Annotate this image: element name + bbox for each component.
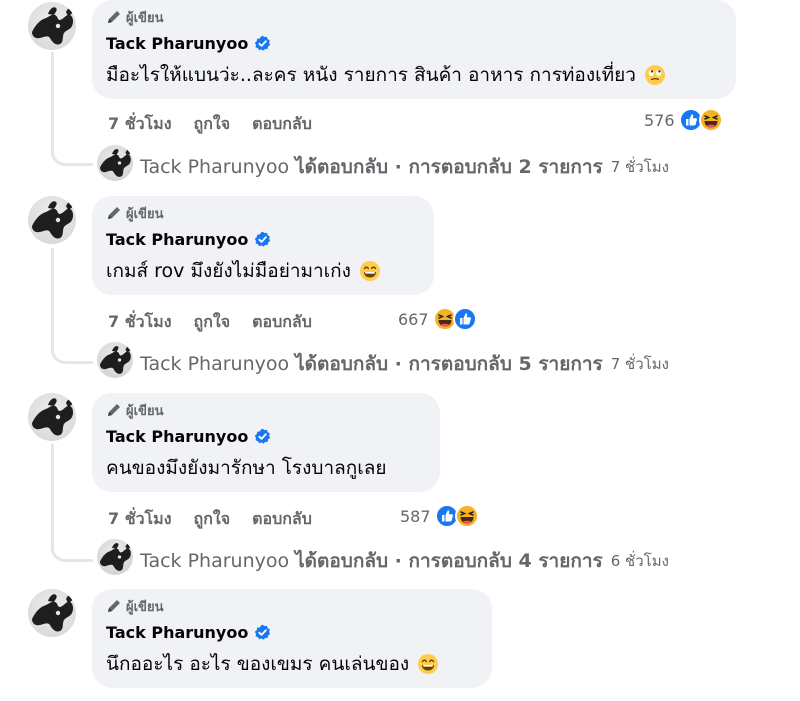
avatar-image bbox=[28, 589, 76, 637]
reply-time: 7 ชั่วโมง bbox=[610, 158, 669, 176]
grinning-emoji-icon bbox=[359, 260, 381, 282]
verified-badge-icon bbox=[254, 231, 271, 248]
reply-summary: ได้ตอบกลับ · การตอบกลับ 2 รายการ bbox=[295, 156, 603, 178]
comment-text: คนของมึงยังมารักษา โรงบาลกูเลย bbox=[106, 453, 424, 483]
avatar-image bbox=[28, 196, 76, 244]
reaction-count: 576 bbox=[644, 110, 675, 130]
thread-line bbox=[51, 248, 54, 354]
author-badge: ผู้เขียน bbox=[106, 202, 418, 224]
reply-time: 6 ชั่วโมง bbox=[610, 552, 669, 570]
verified-badge-icon bbox=[254, 428, 271, 445]
author-badge: ผู้เขียน bbox=[106, 6, 720, 28]
thread-line bbox=[51, 52, 54, 156]
comment-text-content: คนของมึงยังมารักษา โรงบาลกูเลย bbox=[106, 457, 387, 479]
avatar[interactable] bbox=[28, 2, 76, 50]
haha-reaction-icon bbox=[455, 504, 479, 528]
comment-time-link[interactable]: 7 ชั่วโมง bbox=[108, 112, 172, 137]
like-button[interactable]: ถูกใจ bbox=[194, 310, 231, 335]
like-button[interactable]: ถูกใจ bbox=[194, 112, 231, 137]
comment-author-name[interactable]: Tack Pharunyoo bbox=[106, 34, 248, 53]
reply-avatar[interactable] bbox=[97, 539, 133, 575]
avatar[interactable] bbox=[28, 393, 76, 441]
verified-badge-icon bbox=[254, 35, 271, 52]
reaction-count: 667 bbox=[398, 309, 429, 329]
avatar[interactable] bbox=[28, 196, 76, 244]
author-badge-label: ผู้เขียน bbox=[126, 10, 164, 26]
reply-button[interactable]: ตอบกลับ bbox=[252, 112, 312, 137]
thread-connector bbox=[51, 150, 93, 166]
grinning-emoji-icon bbox=[417, 653, 439, 675]
view-replies-link[interactable]: Tack Pharunyoo ได้ตอบกลับ · การตอบกลับ 5… bbox=[140, 349, 669, 379]
verified-badge-icon bbox=[254, 624, 271, 641]
pen-icon bbox=[106, 9, 122, 25]
reply-avatar[interactable] bbox=[97, 145, 133, 181]
like-button[interactable]: ถูกใจ bbox=[194, 507, 231, 532]
comment-author-name[interactable]: Tack Pharunyoo bbox=[106, 427, 248, 446]
comment-bubble: ผู้เขียน Tack Pharunyoo เกมส์ rov มึงยัง… bbox=[92, 196, 434, 295]
thread-connector bbox=[51, 546, 93, 562]
reaction-summary[interactable]: 667 bbox=[398, 307, 477, 331]
reply-avatar-image bbox=[97, 145, 133, 181]
comment-actions: 7 ชั่วโมง ถูกใจ ตอบกลับ bbox=[108, 112, 312, 137]
comment-time-link[interactable]: 7 ชั่วโมง bbox=[108, 507, 172, 532]
haha-reaction-icon bbox=[699, 108, 723, 132]
comment-actions: 7 ชั่วโมง ถูกใจ ตอบกลับ bbox=[108, 310, 312, 335]
comment-actions: 7 ชั่วโมง ถูกใจ ตอบกลับ bbox=[108, 507, 312, 532]
pen-icon bbox=[106, 402, 122, 418]
comment-text-content: นึกออะไร อะไร ของเขมร คนเล่นของ bbox=[106, 653, 410, 675]
reply-avatar-image bbox=[97, 342, 133, 378]
rolling-eyes-emoji-icon bbox=[644, 64, 666, 86]
thread-line bbox=[51, 444, 54, 552]
comment-bubble: ผู้เขียน Tack Pharunyoo คนของมึงยังมารัก… bbox=[92, 393, 440, 492]
reaction-count: 587 bbox=[400, 506, 431, 526]
reply-time: 7 ชั่วโมง bbox=[610, 355, 669, 373]
comment-text: นึกออะไร อะไร ของเขมร คนเล่นของ bbox=[106, 649, 476, 679]
author-badge: ผู้เขียน bbox=[106, 399, 424, 421]
author-badge-label: ผู้เขียน bbox=[126, 599, 164, 615]
comment-author-name[interactable]: Tack Pharunyoo bbox=[106, 230, 248, 249]
comment-text: เกมส์ rov มึงยังไม่มือย่ามาเก่ง bbox=[106, 256, 418, 286]
reply-author-name: Tack Pharunyoo bbox=[140, 156, 290, 178]
comment-bubble: ผู้เขียน Tack Pharunyoo นึกออะไร อะไร ขอ… bbox=[92, 589, 492, 688]
reply-button[interactable]: ตอบกลับ bbox=[252, 507, 312, 532]
reaction-summary[interactable]: 587 bbox=[400, 504, 479, 528]
pen-icon bbox=[106, 598, 122, 614]
pen-icon bbox=[106, 205, 122, 221]
comment-text-content: มือะไรให้แบนว่ะ..ละคร หนัง รายการ สินค้า… bbox=[106, 64, 636, 86]
avatar-image bbox=[28, 393, 76, 441]
view-replies-link[interactable]: Tack Pharunyoo ได้ตอบกลับ · การตอบกลับ 4… bbox=[140, 546, 669, 576]
comment-author-name[interactable]: Tack Pharunyoo bbox=[106, 623, 248, 642]
author-badge-label: ผู้เขียน bbox=[126, 206, 164, 222]
reply-author-name: Tack Pharunyoo bbox=[140, 550, 290, 572]
avatar[interactable] bbox=[28, 589, 76, 637]
author-badge-label: ผู้เขียน bbox=[126, 403, 164, 419]
author-badge: ผู้เขียน bbox=[106, 595, 476, 617]
thread-connector bbox=[51, 348, 93, 364]
reply-summary: ได้ตอบกลับ · การตอบกลับ 4 รายการ bbox=[295, 550, 603, 572]
comment-bubble: ผู้เขียน Tack Pharunyoo มือะไรให้แบนว่ะ.… bbox=[92, 0, 736, 99]
like-reaction-icon bbox=[453, 307, 477, 331]
reply-author-name: Tack Pharunyoo bbox=[140, 353, 290, 375]
reply-summary: ได้ตอบกลับ · การตอบกลับ 5 รายการ bbox=[295, 353, 603, 375]
reaction-summary[interactable]: 576 bbox=[644, 108, 723, 132]
comment-time-link[interactable]: 7 ชั่วโมง bbox=[108, 310, 172, 335]
avatar-image bbox=[28, 2, 76, 50]
comment-text: มือะไรให้แบนว่ะ..ละคร หนัง รายการ สินค้า… bbox=[106, 60, 720, 90]
comment-text-content: เกมส์ rov มึงยังไม่มือย่ามาเก่ง bbox=[106, 260, 351, 282]
reply-avatar[interactable] bbox=[97, 342, 133, 378]
view-replies-link[interactable]: Tack Pharunyoo ได้ตอบกลับ · การตอบกลับ 2… bbox=[140, 152, 669, 182]
reply-button[interactable]: ตอบกลับ bbox=[252, 310, 312, 335]
reply-avatar-image bbox=[97, 539, 133, 575]
